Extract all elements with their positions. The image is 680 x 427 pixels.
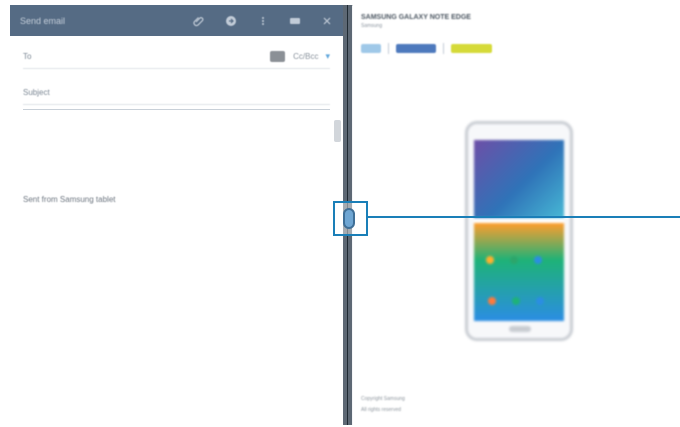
compose-toolbar: Send email: [10, 5, 343, 36]
splitter-handle[interactable]: [343, 208, 355, 229]
chip-link[interactable]: [396, 44, 436, 53]
to-field[interactable]: To Cc/Bcc ▾: [23, 45, 330, 69]
app-icon: [488, 297, 496, 305]
app-icon: [534, 256, 542, 264]
web-nav-chips: [361, 43, 492, 54]
subject-placeholder: Subject: [23, 88, 50, 97]
phone-screen: [474, 140, 564, 321]
app-icon: [510, 256, 518, 264]
scroll-tab[interactable]: [334, 120, 341, 142]
toolbar-icons: [193, 15, 333, 27]
keyboard-icon[interactable]: [289, 15, 301, 27]
to-label: To: [23, 52, 32, 61]
home-button: [509, 326, 531, 332]
more-icon[interactable]: [257, 15, 269, 27]
body-divider: [23, 109, 330, 110]
app-icon: [512, 297, 520, 305]
email-compose-window: Send email To Cc/Bcc ▾ Subject Sent from…: [10, 5, 343, 425]
phone-top-bar: [474, 128, 564, 138]
attach-icon[interactable]: [193, 15, 205, 27]
close-icon[interactable]: [321, 15, 333, 27]
phone-home-screen: [474, 223, 564, 321]
send-icon[interactable]: [225, 15, 237, 27]
web-page-title: SAMSUNG GALAXY NOTE EDGE: [361, 14, 471, 21]
web-page-window: SAMSUNG GALAXY NOTE EDGE Samsung Copyrig…: [353, 5, 680, 425]
web-page-subtitle: Samsung: [361, 23, 383, 29]
chip-divider: [443, 43, 444, 54]
email-signature[interactable]: Sent from Samsung tablet: [23, 195, 116, 204]
chip-divider: [388, 43, 389, 54]
phone-wallpaper: [474, 140, 564, 218]
chip-link[interactable]: [361, 44, 381, 53]
contact-picker-button[interactable]: [270, 51, 286, 62]
web-footer-text: All rights reserved: [361, 407, 402, 413]
app-icon: [486, 256, 494, 264]
subject-field[interactable]: Subject: [23, 81, 330, 105]
compose-title: Send email: [20, 15, 66, 26]
app-icon: [536, 297, 544, 305]
chip-link[interactable]: [451, 44, 492, 53]
web-footer-text: Copyright Samsung: [361, 396, 405, 402]
cc-bcc-label[interactable]: Cc/Bcc: [293, 52, 318, 61]
phone-product-image: [465, 121, 573, 341]
callout-line: [368, 216, 680, 218]
chevron-down-icon[interactable]: ▾: [325, 51, 330, 62]
